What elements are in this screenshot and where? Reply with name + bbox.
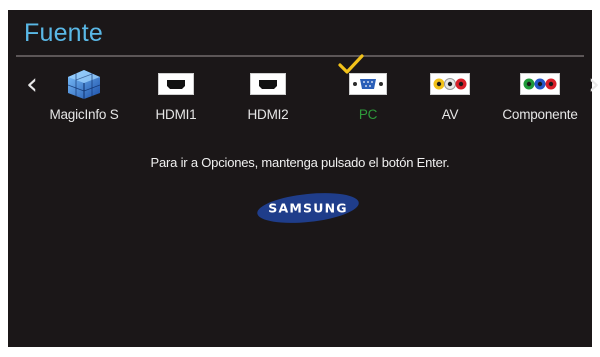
source-item-hdmi1[interactable]: HDMI1: [131, 68, 221, 130]
source-label: HDMI2: [247, 107, 289, 122]
component-rca-ports-icon: [520, 73, 560, 95]
source-item-hdmi2[interactable]: HDMI2: [223, 68, 313, 130]
source-screen: Fuente ‹ MagicInfo S HDMI1 HDMI2 PC AV C…: [8, 10, 600, 347]
samsung-logo: SAMSUNG: [257, 193, 359, 223]
source-item-magicinfo-s[interactable]: MagicInfo S: [39, 68, 129, 130]
brand-text: SAMSUNG: [268, 201, 347, 216]
scroll-right-arrow-icon[interactable]: ›: [584, 68, 600, 102]
page-title: Fuente: [24, 19, 104, 47]
title-divider: [16, 55, 584, 57]
source-item-av[interactable]: AV: [405, 68, 495, 130]
vga-port-icon: [349, 73, 387, 95]
av-rca-ports-icon: [430, 73, 470, 95]
source-item-componente[interactable]: Componente: [495, 68, 585, 130]
hdmi-port-icon: [250, 73, 286, 95]
source-label: Componente: [502, 107, 578, 122]
magicinfo-cube-icon: [67, 70, 101, 99]
hdmi-port-icon: [158, 73, 194, 95]
options-hint-text: Para ir a Opciones, mantenga pulsado el …: [150, 155, 450, 170]
